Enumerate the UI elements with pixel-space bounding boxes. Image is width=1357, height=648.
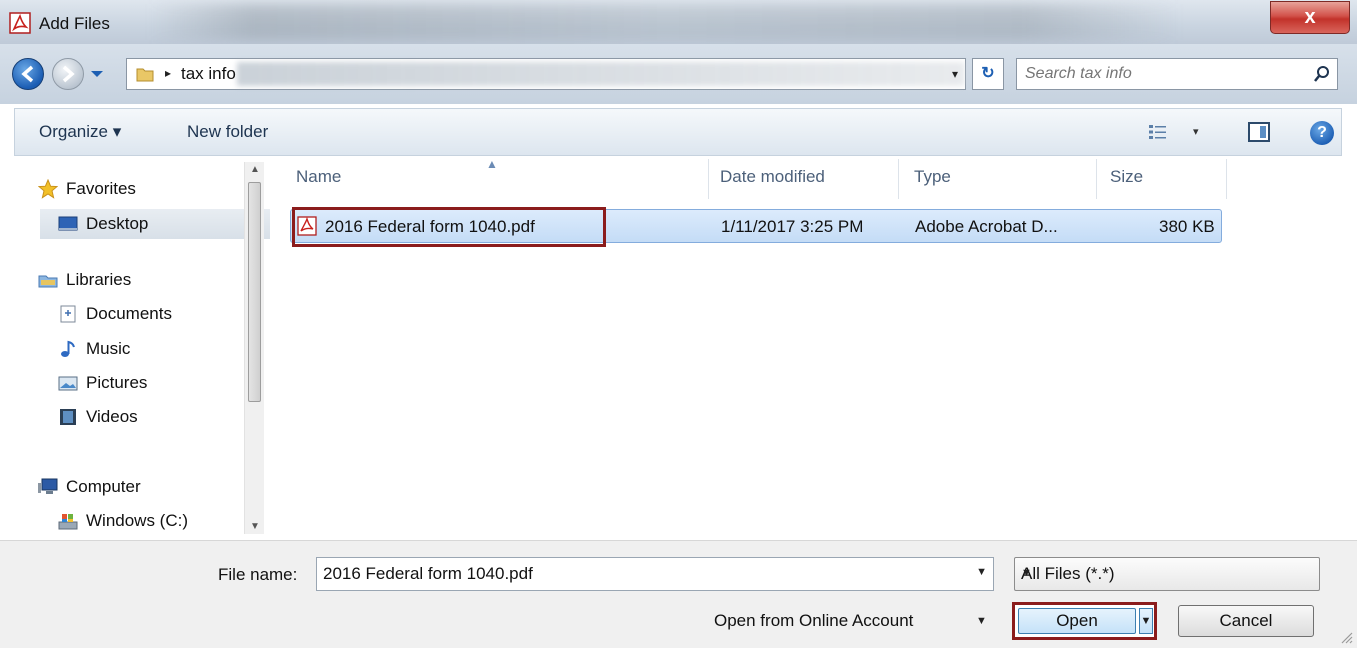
nav-label-libraries: Libraries <box>66 270 132 289</box>
view-dropdown-icon[interactable]: ▾ <box>1193 125 1199 138</box>
nav-item-videos[interactable]: Videos <box>58 403 138 431</box>
search-icon[interactable] <box>1313 65 1331 83</box>
nav-label-windows-c: Windows (C:) <box>86 511 189 530</box>
cancel-button[interactable]: Cancel <box>1178 605 1314 637</box>
nav-item-libraries[interactable]: Libraries <box>38 266 131 294</box>
scroll-up-icon[interactable]: ▲ <box>245 164 265 175</box>
file-type-dropdown-icon[interactable]: ▼ <box>1021 567 1313 579</box>
pdf-icon <box>9 12 31 34</box>
star-icon <box>38 179 58 199</box>
nav-label-pictures: Pictures <box>86 373 148 392</box>
nav-item-pictures[interactable]: Pictures <box>58 369 147 397</box>
refresh-icon: ↻ <box>981 65 995 82</box>
resize-grip-icon[interactable] <box>1339 630 1353 644</box>
nav-label-videos: Videos <box>86 407 138 426</box>
back-button[interactable] <box>12 58 44 90</box>
search-box[interactable] <box>1016 58 1338 90</box>
file-name-dropdown-icon[interactable]: ▼ <box>976 566 987 578</box>
nav-label-favorites: Favorites <box>66 179 136 198</box>
size-cell: 380 KB <box>1159 217 1215 236</box>
nav-item-favorites[interactable]: Favorites <box>38 175 136 203</box>
nav-item-computer[interactable]: Computer <box>38 473 141 501</box>
pictures-icon <box>58 376 78 391</box>
nav-item-windows-c[interactable]: Windows (C:) <box>58 507 188 535</box>
address-box[interactable]: ▸ tax info <box>126 58 966 90</box>
open-button-outline: Open ▼ <box>1012 602 1157 640</box>
organize-menu[interactable]: Organize ▾ <box>39 122 121 142</box>
breadcrumb-tax-info[interactable]: tax info <box>181 64 236 84</box>
forward-button[interactable] <box>52 58 84 90</box>
open-button[interactable]: Open <box>1018 608 1136 634</box>
file-highlight-outline <box>292 207 606 247</box>
folder-icon <box>136 68 154 82</box>
scrollbar-thumb[interactable] <box>248 182 261 402</box>
file-name-label: File name: <box>218 565 298 584</box>
forward-arrow-icon <box>62 65 75 83</box>
date-modified-cell: 1/11/2017 3:25 PM <box>721 217 864 236</box>
computer-icon <box>38 478 58 494</box>
window-title: Add Files <box>39 14 110 33</box>
new-folder-button[interactable]: New folder <box>187 122 268 142</box>
help-icon[interactable]: ? <box>1310 121 1334 145</box>
navigation-scrollbar[interactable]: ▲ ▼ <box>244 162 264 534</box>
scroll-down-icon[interactable]: ▼ <box>245 521 265 532</box>
file-name-field[interactable] <box>323 564 953 584</box>
desktop-icon <box>58 216 78 231</box>
change-view-icon[interactable] <box>1148 123 1168 141</box>
preview-pane-icon[interactable] <box>1248 122 1270 142</box>
column-header-date-modified[interactable]: Date modified <box>720 167 825 187</box>
file-name-combobox[interactable]: ▼ <box>316 557 994 591</box>
recent-pages-dropdown[interactable] <box>88 66 106 82</box>
search-input[interactable] <box>1025 64 1295 84</box>
nav-label-documents: Documents <box>86 304 172 323</box>
type-cell: Adobe Acrobat D... <box>915 217 1058 236</box>
libraries-icon <box>38 275 58 288</box>
nav-label-computer: Computer <box>66 477 141 496</box>
title-bar: Add Files x <box>0 0 1357 44</box>
address-dropdown-icon[interactable]: ▾ <box>944 60 966 88</box>
file-type-filter[interactable]: All Files (*.*) ▼ <box>1014 557 1320 591</box>
nav-item-desktop[interactable]: Desktop <box>58 210 148 238</box>
online-account-dropdown-icon[interactable]: ▼ <box>976 615 987 627</box>
sort-ascending-icon: ▲ <box>486 157 498 171</box>
nav-item-documents[interactable]: Documents <box>58 300 172 328</box>
column-header-name[interactable]: Name <box>296 167 341 187</box>
drive-icon <box>58 514 78 530</box>
documents-icon <box>60 305 76 323</box>
file-list: ▲ Name Date modified Type Size 2016 Fede… <box>280 157 1342 540</box>
nav-item-music[interactable]: Music <box>58 335 130 363</box>
column-header-size[interactable]: Size <box>1110 167 1143 187</box>
address-row: ▸ tax info ▾ ↻ <box>0 44 1357 104</box>
refresh-button[interactable]: ↻ <box>972 58 1004 90</box>
breadcrumb-arrow-icon[interactable]: ▸ <box>165 66 171 80</box>
navigation-pane: Favorites Desktop Libraries Documents Mu… <box>14 157 270 540</box>
music-icon <box>61 340 75 357</box>
column-header-type[interactable]: Type <box>914 167 951 187</box>
close-button[interactable]: x <box>1270 1 1350 34</box>
toolbar: Organize ▾ New folder ▾ ? <box>14 108 1342 156</box>
videos-icon <box>60 409 76 425</box>
nav-label-music: Music <box>86 339 131 358</box>
open-from-online-account-button[interactable]: Open from Online Account <box>714 611 913 631</box>
bottom-panel: File name: ▼ All Files (*.*) ▼ Open from… <box>0 540 1357 648</box>
close-icon: x <box>1304 6 1316 28</box>
open-split-dropdown-icon[interactable]: ▼ <box>1139 608 1153 634</box>
nav-label-desktop: Desktop <box>86 214 149 233</box>
back-arrow-icon <box>21 65 34 83</box>
